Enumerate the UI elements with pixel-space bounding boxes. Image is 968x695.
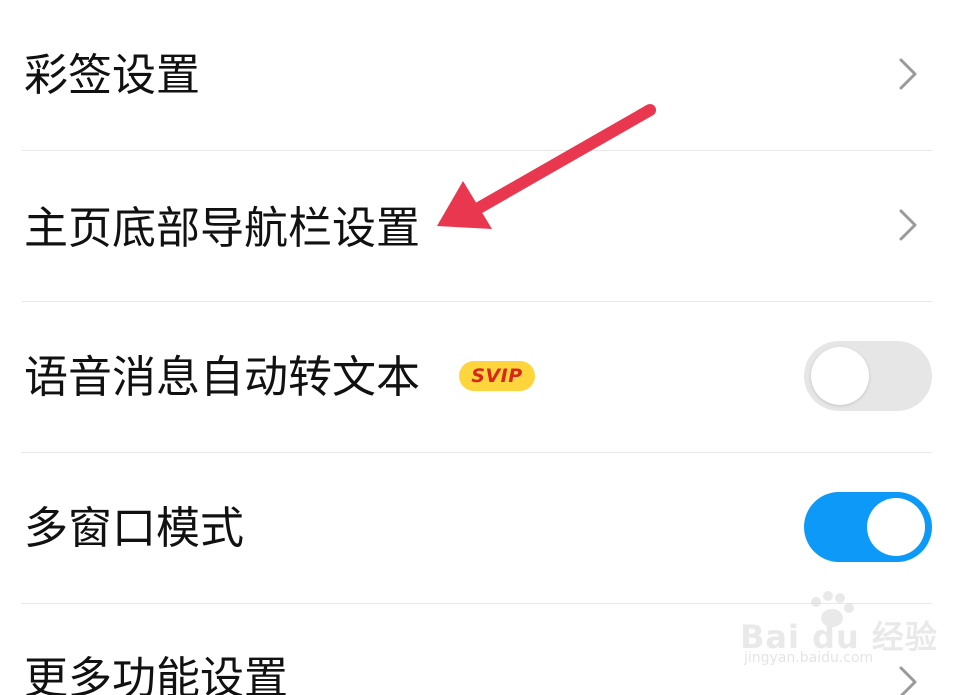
baidu-watermark: Bai du 经验 jingyan.baidu.com bbox=[740, 590, 937, 680]
settings-row-bottom-nav[interactable]: 主页底部导航栏设置 bbox=[0, 151, 968, 301]
multi-window-toggle[interactable] bbox=[804, 492, 932, 562]
chevron-right-icon bbox=[899, 209, 917, 241]
voice-to-text-toggle[interactable] bbox=[804, 341, 932, 411]
settings-row-voice-to-text: 语音消息自动转文本 SVIP bbox=[0, 302, 968, 452]
settings-row-label: 多窗口模式 bbox=[24, 503, 244, 554]
settings-row-color-tags[interactable]: 彩签设置 bbox=[0, 0, 968, 150]
settings-row-label: 彩签设置 bbox=[24, 50, 200, 101]
chevron-right-icon bbox=[899, 58, 917, 90]
settings-row-label: 主页底部导航栏设置 bbox=[24, 203, 420, 254]
toggle-knob bbox=[811, 347, 869, 405]
watermark-url: jingyan.baidu.com bbox=[744, 650, 874, 666]
svip-badge: SVIP bbox=[459, 361, 535, 391]
settings-row-multi-window: 多窗口模式 bbox=[0, 453, 968, 603]
settings-row-label: 更多功能设置 bbox=[24, 653, 288, 695]
toggle-knob bbox=[867, 498, 925, 556]
settings-row-label: 语音消息自动转文本 bbox=[24, 352, 420, 403]
